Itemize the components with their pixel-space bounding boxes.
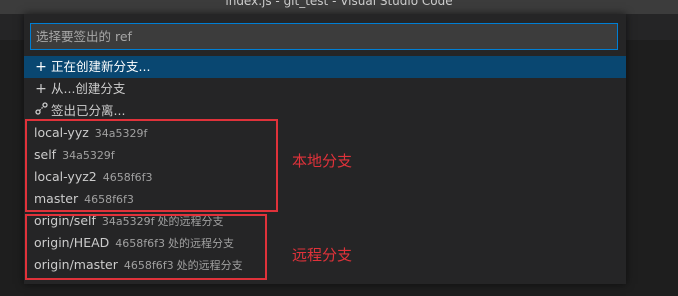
create-branch-item[interactable]: + 正在创建新分支... <box>24 56 626 78</box>
remote-branch-item[interactable]: origin/self 34a5329f 处的远程分支 <box>24 210 626 232</box>
editor-area-left <box>0 40 24 296</box>
branch-note: 处的远程分支 <box>176 259 243 272</box>
detach-icon <box>34 100 48 122</box>
branch-commit: 34a5329f <box>101 215 155 228</box>
branch-name: origin/self <box>34 213 96 228</box>
branch-name: local-yyz <box>34 125 89 140</box>
remote-branches-annotation-label: 远程分支 <box>292 246 353 264</box>
quick-pick-input[interactable] <box>31 24 617 49</box>
branch-name: origin/master <box>34 257 118 272</box>
branch-commit: 4658f6f3 <box>115 237 166 250</box>
branch-note: 处的远程分支 <box>157 215 224 228</box>
branch-item[interactable]: master 4658f6f3 <box>24 188 626 210</box>
plus-icon: + <box>35 81 47 97</box>
editor-area-right <box>626 40 678 296</box>
branch-name: local-yyz2 <box>34 169 97 184</box>
plus-icon: + <box>35 59 47 75</box>
quick-pick-input-box <box>30 23 618 50</box>
branch-name: self <box>34 147 57 162</box>
local-branches-annotation-label: 本地分支 <box>292 152 353 170</box>
window-titlebar: index.js - git_test - Visual Studio Code <box>0 0 678 14</box>
branch-name: origin/HEAD <box>34 235 110 250</box>
item-label: 签出已分离... <box>51 103 126 118</box>
branch-item[interactable]: local-yyz 34a5329f <box>24 122 626 144</box>
branch-commit: 4658f6f3 <box>123 259 174 272</box>
item-label: 正在创建新分支... <box>51 59 151 74</box>
branch-note: 处的远程分支 <box>168 237 235 250</box>
checkout-detached-item[interactable]: 签出已分离... <box>24 100 626 122</box>
window-title: index.js - git_test - Visual Studio Code <box>225 0 453 8</box>
item-label: 从...创建分支 <box>51 81 126 96</box>
branch-commit: 4658f6f3 <box>84 193 134 206</box>
create-branch-from-item[interactable]: + 从...创建分支 <box>24 78 626 100</box>
branch-commit: 4658f6f3 <box>102 171 153 184</box>
branch-commit: 34a5329f <box>62 149 115 162</box>
branch-name: master <box>34 191 79 206</box>
branch-commit: 34a5329f <box>94 127 148 140</box>
